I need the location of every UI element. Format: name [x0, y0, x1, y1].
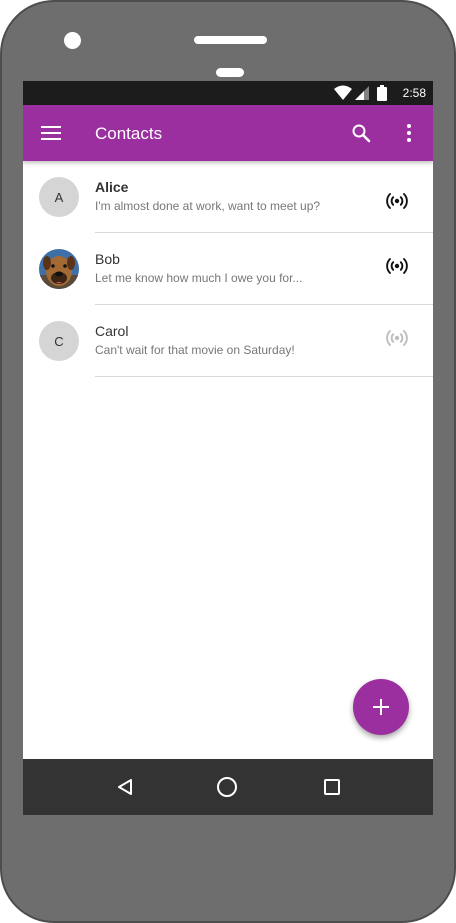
search-button[interactable]: [337, 109, 385, 157]
broadcast-icon: [386, 330, 408, 346]
avatar: C: [39, 321, 79, 361]
divider: [95, 376, 433, 377]
avatar: [39, 249, 79, 289]
cell-signal-icon: [355, 86, 369, 100]
add-contact-button[interactable]: [353, 679, 409, 735]
earpiece-speaker: [194, 36, 267, 44]
search-icon: [352, 124, 371, 143]
page-title: Contacts: [95, 124, 163, 143]
more-vert-icon: [407, 124, 411, 142]
contact-row-alice[interactable]: A Alice I'm almost done at work, want to…: [23, 161, 433, 233]
screen: 2:58 Contacts A Alice I'm almost done at…: [23, 81, 433, 815]
avatar: A: [39, 177, 79, 217]
menu-icon: [41, 126, 61, 140]
contact-message: I'm almost done at work, want to meet up…: [95, 199, 321, 213]
back-triangle-icon: [118, 779, 132, 795]
recents-button[interactable]: [316, 771, 348, 803]
more-options-button[interactable]: [385, 109, 433, 157]
battery-icon: [377, 85, 387, 101]
home-circle-icon: [217, 777, 237, 797]
contact-message: Can't wait for that movie on Saturday!: [95, 343, 295, 357]
status-bar: 2:58: [23, 81, 433, 105]
contact-name: Alice: [95, 179, 129, 195]
wifi-icon: [334, 85, 352, 100]
status-time: 2:58: [402, 86, 426, 100]
contact-list: A Alice I'm almost done at work, want to…: [23, 161, 433, 377]
home-button[interactable]: [211, 771, 243, 803]
back-button[interactable]: [109, 771, 141, 803]
navigation-bar: [23, 759, 433, 815]
contact-name: Bob: [95, 251, 120, 267]
dog-photo-avatar: [39, 249, 79, 289]
app-bar: Contacts: [23, 105, 433, 161]
menu-button[interactable]: [27, 109, 75, 157]
contact-row-bob[interactable]: Bob Let me know how much I owe you for..…: [23, 233, 433, 305]
contact-message: Let me know how much I owe you for...: [95, 271, 303, 285]
contact-name: Carol: [95, 323, 129, 339]
proximity-sensor: [216, 68, 244, 77]
broadcast-icon: [386, 258, 408, 274]
recents-square-icon: [324, 779, 340, 795]
front-camera: [64, 32, 81, 49]
broadcast-icon: [386, 193, 408, 209]
contact-row-carol[interactable]: C Carol Can't wait for that movie on Sat…: [23, 305, 433, 377]
plus-icon: [373, 699, 389, 715]
